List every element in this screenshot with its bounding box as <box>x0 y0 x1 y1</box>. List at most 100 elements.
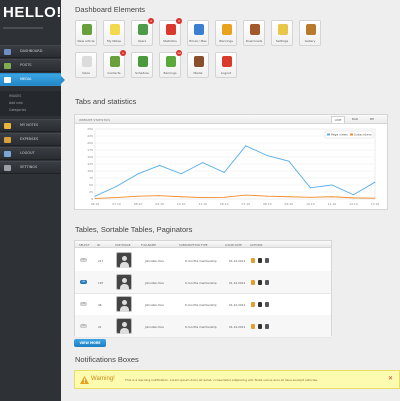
section-title-notifications: Notifications Boxes <box>75 355 139 364</box>
tile-users[interactable]: Users 4 <box>131 18 154 46</box>
column-header[interactable]: LOGIN DATE <box>225 243 242 247</box>
view-icon[interactable] <box>265 302 269 307</box>
column-header[interactable]: FULLNAME <box>141 243 156 247</box>
view-icon[interactable] <box>265 280 269 285</box>
tile-label: Logout <box>220 71 232 75</box>
row-subscription: 6 months membership <box>185 281 217 285</box>
data-point <box>116 197 118 199</box>
tile-media[interactable]: Media <box>187 52 209 78</box>
tile-warnings[interactable]: Warnings <box>215 20 237 46</box>
tile-inbox[interactable]: Inbox <box>75 52 97 78</box>
data-point <box>352 197 354 199</box>
sidebar-item-dashboard[interactable]: DASHBOARD <box>0 45 61 58</box>
table-row: OFF 46 Johnatan Doe 6 months membership 01-1… <box>75 293 331 316</box>
column-header[interactable]: USE IMAGE <box>115 243 131 247</box>
edit-icon[interactable] <box>251 302 255 307</box>
dashboard-icon <box>4 49 11 55</box>
column-header[interactable]: ACTIONS <box>250 243 262 247</box>
tile-schedule[interactable]: Schedule <box>131 52 153 78</box>
delete-icon[interactable] <box>258 258 262 263</box>
data-point <box>288 196 290 198</box>
view-icon[interactable] <box>265 324 269 329</box>
close-icon[interactable]: ✕ <box>388 375 393 382</box>
tile-label: Earnings <box>163 71 177 75</box>
row-id: 21 <box>98 325 102 329</box>
y-tick-label: 100 <box>87 169 93 173</box>
delete-icon[interactable] <box>258 280 262 285</box>
table-row: ON 197 Johnatan Doe 6 months membership 01-1… <box>75 271 331 294</box>
view-icon[interactable] <box>265 258 269 263</box>
tile-statistics[interactable]: Statistics 2 <box>159 18 182 46</box>
tile-settings[interactable]: Settings <box>271 20 293 46</box>
data-point <box>94 197 96 199</box>
row-login-date: 01-12-2011 <box>229 281 246 285</box>
submenu-item[interactable]: Add new <box>9 101 23 105</box>
data-point <box>352 194 354 196</box>
tile-earnings[interactable]: Earnings 12 <box>159 50 182 78</box>
data-point <box>137 173 139 175</box>
x-tick-label: 10.10 <box>306 202 315 206</box>
y-tick-label: 150 <box>87 155 93 159</box>
x-tick-label: 09.10 <box>285 202 294 206</box>
select-toggle[interactable]: OFF <box>80 302 87 306</box>
row-id: 46 <box>98 303 102 307</box>
select-toggle[interactable]: OFF <box>80 258 87 262</box>
notes-icon <box>4 123 11 129</box>
tile-contacts[interactable]: Contacts 1 <box>103 50 126 78</box>
tile-gallery[interactable]: Gallery <box>299 20 321 46</box>
sidebar-item-my-notes[interactable]: MY NOTES <box>0 119 61 132</box>
downloads-icon <box>250 24 260 35</box>
row-subscription: 6 months membership <box>185 325 217 329</box>
row-fullname: Johnatan Doe <box>145 303 164 307</box>
row-fullname: Johnatan Doe <box>145 281 164 285</box>
row-id: 217 <box>98 259 104 263</box>
settings-icon <box>278 24 288 35</box>
edit-icon[interactable] <box>251 258 255 263</box>
line-chart: 0 25 50 75 100 125 150 175 200 225 250 06.10 07.10 08… <box>87 127 379 206</box>
earnings-icon <box>166 56 176 67</box>
select-toggle[interactable]: ON <box>80 280 87 284</box>
delete-icon[interactable] <box>258 302 262 307</box>
data-point <box>223 171 225 173</box>
tile-downloads[interactable]: Downloads <box>243 20 265 46</box>
sidebar-item-media[interactable]: MEDIA <box>0 73 65 86</box>
table-row: OFF 21 Johnatan Doe 6 months membership 01-1… <box>75 315 331 338</box>
sidebar-item-label: DASHBOARD <box>20 49 43 53</box>
warning-icon <box>222 24 232 35</box>
data-point <box>331 196 333 198</box>
tile-new-article[interactable]: New article <box>75 20 97 46</box>
view-more-button[interactable]: VIEW MORE <box>74 339 106 347</box>
warning-text: This is a warning notification. Lorem ip… <box>125 378 318 382</box>
sidebar-item-settings[interactable]: SETTINGS <box>0 161 61 174</box>
sidebar-item-logout[interactable]: LOGOUT <box>0 147 61 160</box>
submenu-item[interactable]: IMAGES <box>9 94 21 98</box>
tile-label: Gallery <box>304 39 316 43</box>
edit-icon[interactable] <box>251 280 255 285</box>
pencil-icon <box>82 24 92 35</box>
y-tick-label: 25 <box>89 190 93 194</box>
tile-label: Users <box>137 39 147 43</box>
x-tick-label: 08.10 <box>263 202 272 206</box>
x-tick-label: 08.10 <box>134 202 143 206</box>
chart-tab-bar[interactable]: BAR <box>348 116 362 123</box>
chart-tab-line[interactable]: LINE <box>331 116 345 123</box>
edit-icon[interactable] <box>251 324 255 329</box>
row-subscription: 6 months membership <box>185 259 217 263</box>
column-header[interactable]: ID <box>97 243 100 247</box>
tile-my-notes[interactable]: My Notes <box>103 20 125 46</box>
sidebar-item-label: MY NOTES <box>20 123 39 127</box>
delete-icon[interactable] <box>258 324 262 329</box>
table-row: OFF 217 Johnatan Doe 6 months membership 01-… <box>75 249 331 272</box>
submenu-item[interactable]: Categories <box>9 108 26 112</box>
column-header[interactable]: SELECT <box>79 243 90 247</box>
chart-tab-pie[interactable]: PIE <box>365 116 379 123</box>
column-header[interactable]: SUBSCRIPTION TYPE <box>179 243 207 247</box>
select-toggle[interactable]: OFF <box>80 324 87 328</box>
tile-email-mes[interactable]: Email / Mes <box>187 20 209 46</box>
data-point <box>309 196 311 198</box>
sidebar-item-posts[interactable]: POSTS <box>0 59 61 72</box>
tile-logout[interactable]: Logout <box>215 52 237 78</box>
sidebar-item-label: POSTS <box>20 63 32 67</box>
warning-icon <box>80 376 89 384</box>
sidebar-item-expenses[interactable]: EXPENSES <box>0 133 61 146</box>
